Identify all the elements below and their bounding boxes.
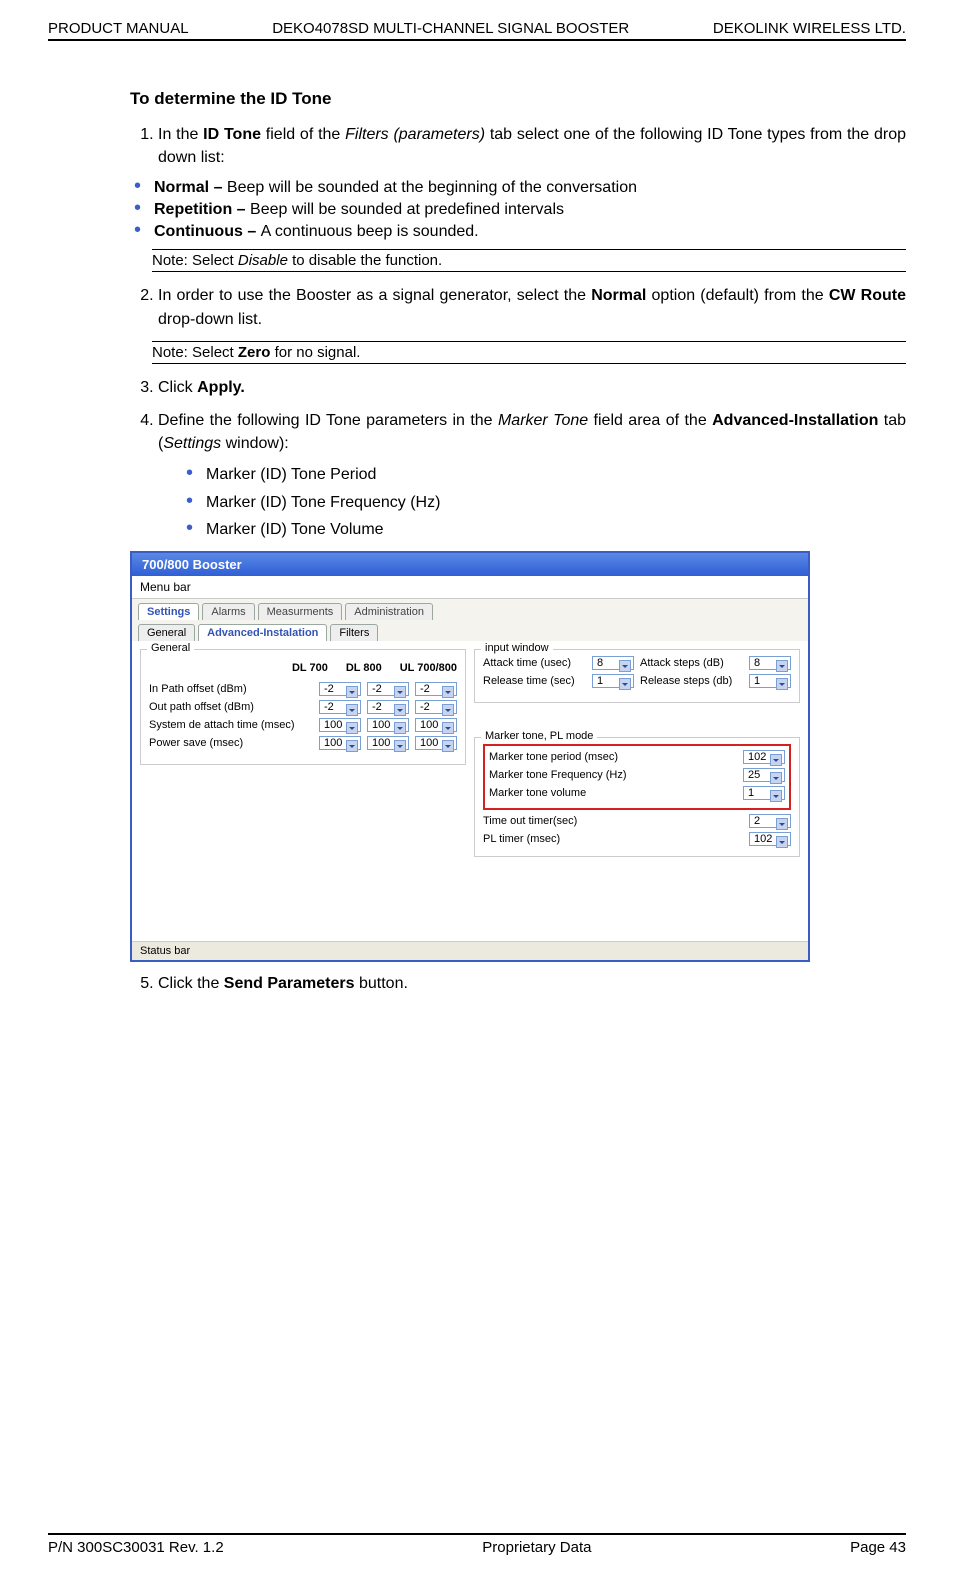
step-4: Define the following ID Tone parameters … (158, 409, 906, 541)
fieldset-marker-tone-title: Marker tone, PL mode (481, 730, 597, 742)
page-footer: P/N 300SC30031 Rev. 1.2 Proprietary Data… (48, 1533, 906, 1556)
screenshot-booster-window: 700/800 Booster Menu bar Settings Alarms… (130, 551, 810, 962)
footer-center: Proprietary Data (482, 1539, 591, 1556)
fieldset-input-window: input window Attack time (usec) 8 Attack… (474, 649, 800, 703)
note-disable: Note: Select Disable to disable the func… (152, 249, 906, 272)
select-attack-steps[interactable]: 8 (749, 656, 791, 670)
bullet-normal: Normal – Beep will be sounded at the beg… (130, 179, 906, 197)
col-dl800: DL 800 (346, 662, 382, 674)
select-r3-dl800[interactable]: 100 (367, 718, 409, 732)
label-attack-time: Attack time (usec) (483, 657, 586, 669)
label-deattach-time: System de attach time (msec) (149, 719, 313, 731)
select-r3-ul[interactable]: 100 (415, 718, 457, 732)
label-out-path-offset: Out path offset (dBm) (149, 701, 313, 713)
select-release-steps[interactable]: 1 (749, 674, 791, 688)
step-5: Click the Send Parameters button. (158, 972, 906, 995)
select-marker-period[interactable]: 102 (743, 750, 785, 764)
select-r4-ul[interactable]: 100 (415, 736, 457, 750)
label-release-steps: Release steps (db) (640, 675, 743, 687)
tab-measurements[interactable]: Measurments (258, 603, 343, 620)
step-2: In order to use the Booster as a signal … (158, 284, 906, 330)
select-r1-dl800[interactable]: -2 (367, 682, 409, 696)
footer-right: Page 43 (850, 1539, 906, 1556)
fieldset-general: General DL 700 DL 800 UL 700/800 In Path… (140, 649, 466, 765)
highlight-marker-tone: Marker tone period (msec) 102 Marker tone… (483, 744, 791, 810)
row-in-path-offset: In Path offset (dBm) -2 -2 -2 (149, 682, 457, 696)
header-right: DEKOLINK WIRELESS LTD. (713, 20, 906, 37)
label-marker-volume: Marker tone volume (489, 787, 737, 799)
select-r2-dl700[interactable]: -2 (319, 700, 361, 714)
select-r1-dl700[interactable]: -2 (319, 682, 361, 696)
label-marker-period: Marker tone period (msec) (489, 751, 737, 763)
select-pl-timer[interactable]: 102 (749, 832, 791, 846)
menu-bar[interactable]: Menu bar (132, 576, 808, 599)
select-r1-ul[interactable]: -2 (415, 682, 457, 696)
fieldset-general-title: General (147, 642, 194, 654)
select-release-time[interactable]: 1 (592, 674, 634, 688)
select-marker-frequency[interactable]: 25 (743, 768, 785, 782)
select-r3-dl700[interactable]: 100 (319, 718, 361, 732)
tab-alarms[interactable]: Alarms (202, 603, 254, 620)
select-attack-time[interactable]: 8 (592, 656, 634, 670)
header-center: DEKO4078SD MULTI-CHANNEL SIGNAL BOOSTER (272, 20, 629, 37)
step-1: In the ID Tone field of the Filters (par… (158, 123, 906, 169)
select-r2-ul[interactable]: -2 (415, 700, 457, 714)
subtab-filters[interactable]: Filters (330, 624, 378, 641)
select-marker-volume[interactable]: 1 (743, 786, 785, 800)
label-marker-frequency: Marker tone Frequency (Hz) (489, 769, 737, 781)
tab-row-primary: Settings Alarms Measurments Administrati… (132, 599, 808, 620)
label-in-path-offset: In Path offset (dBm) (149, 683, 313, 695)
col-ul700800: UL 700/800 (400, 662, 457, 674)
bullet-marker-frequency: Marker (ID) Tone Frequency (Hz) (158, 491, 906, 514)
row-deattach-time: System de attach time (msec) 100 100 100 (149, 718, 457, 732)
col-dl700: DL 700 (292, 662, 328, 674)
select-r4-dl800[interactable]: 100 (367, 736, 409, 750)
row-power-save: Power save (msec) 100 100 100 (149, 736, 457, 750)
label-release-time: Release time (sec) (483, 675, 586, 687)
select-timeout-timer[interactable]: 2 (749, 814, 791, 828)
step-3: Click Apply. (158, 376, 906, 399)
row-out-path-offset: Out path offset (dBm) -2 -2 -2 (149, 700, 457, 714)
label-power-save: Power save (msec) (149, 737, 313, 749)
fieldset-marker-tone: Marker tone, PL mode Marker tone period … (474, 737, 800, 857)
page-header: PRODUCT MANUAL DEKO4078SD MULTI-CHANNEL … (48, 20, 906, 41)
bullet-marker-period: Marker (ID) Tone Period (158, 463, 906, 486)
note-zero: Note: Select Zero for no signal. (152, 341, 906, 364)
select-r2-dl800[interactable]: -2 (367, 700, 409, 714)
label-timeout-timer: Time out timer(sec) (483, 815, 743, 827)
fieldset-input-window-title: input window (481, 642, 553, 654)
label-pl-timer: PL timer (msec) (483, 833, 743, 845)
bullet-repetition: Repetition – Beep will be sounded at pre… (130, 201, 906, 219)
bullet-marker-volume: Marker (ID) Tone Volume (158, 518, 906, 541)
section-title: To determine the ID Tone (130, 89, 906, 109)
subtab-advanced-installation[interactable]: Advanced-Instalation (198, 624, 327, 641)
select-r4-dl700[interactable]: 100 (319, 736, 361, 750)
tab-administration[interactable]: Administration (345, 603, 433, 620)
label-attack-steps: Attack steps (dB) (640, 657, 743, 669)
subtab-general[interactable]: General (138, 624, 195, 641)
status-bar: Status bar (132, 941, 808, 960)
tab-settings[interactable]: Settings (138, 603, 199, 620)
bullet-continuous: Continuous – A continuous beep is sounde… (130, 223, 906, 241)
tab-row-secondary: General Advanced-Instalation Filters (132, 620, 808, 641)
header-left: PRODUCT MANUAL (48, 20, 189, 37)
window-title-bar: 700/800 Booster (132, 553, 808, 576)
footer-left: P/N 300SC30031 Rev. 1.2 (48, 1539, 224, 1556)
